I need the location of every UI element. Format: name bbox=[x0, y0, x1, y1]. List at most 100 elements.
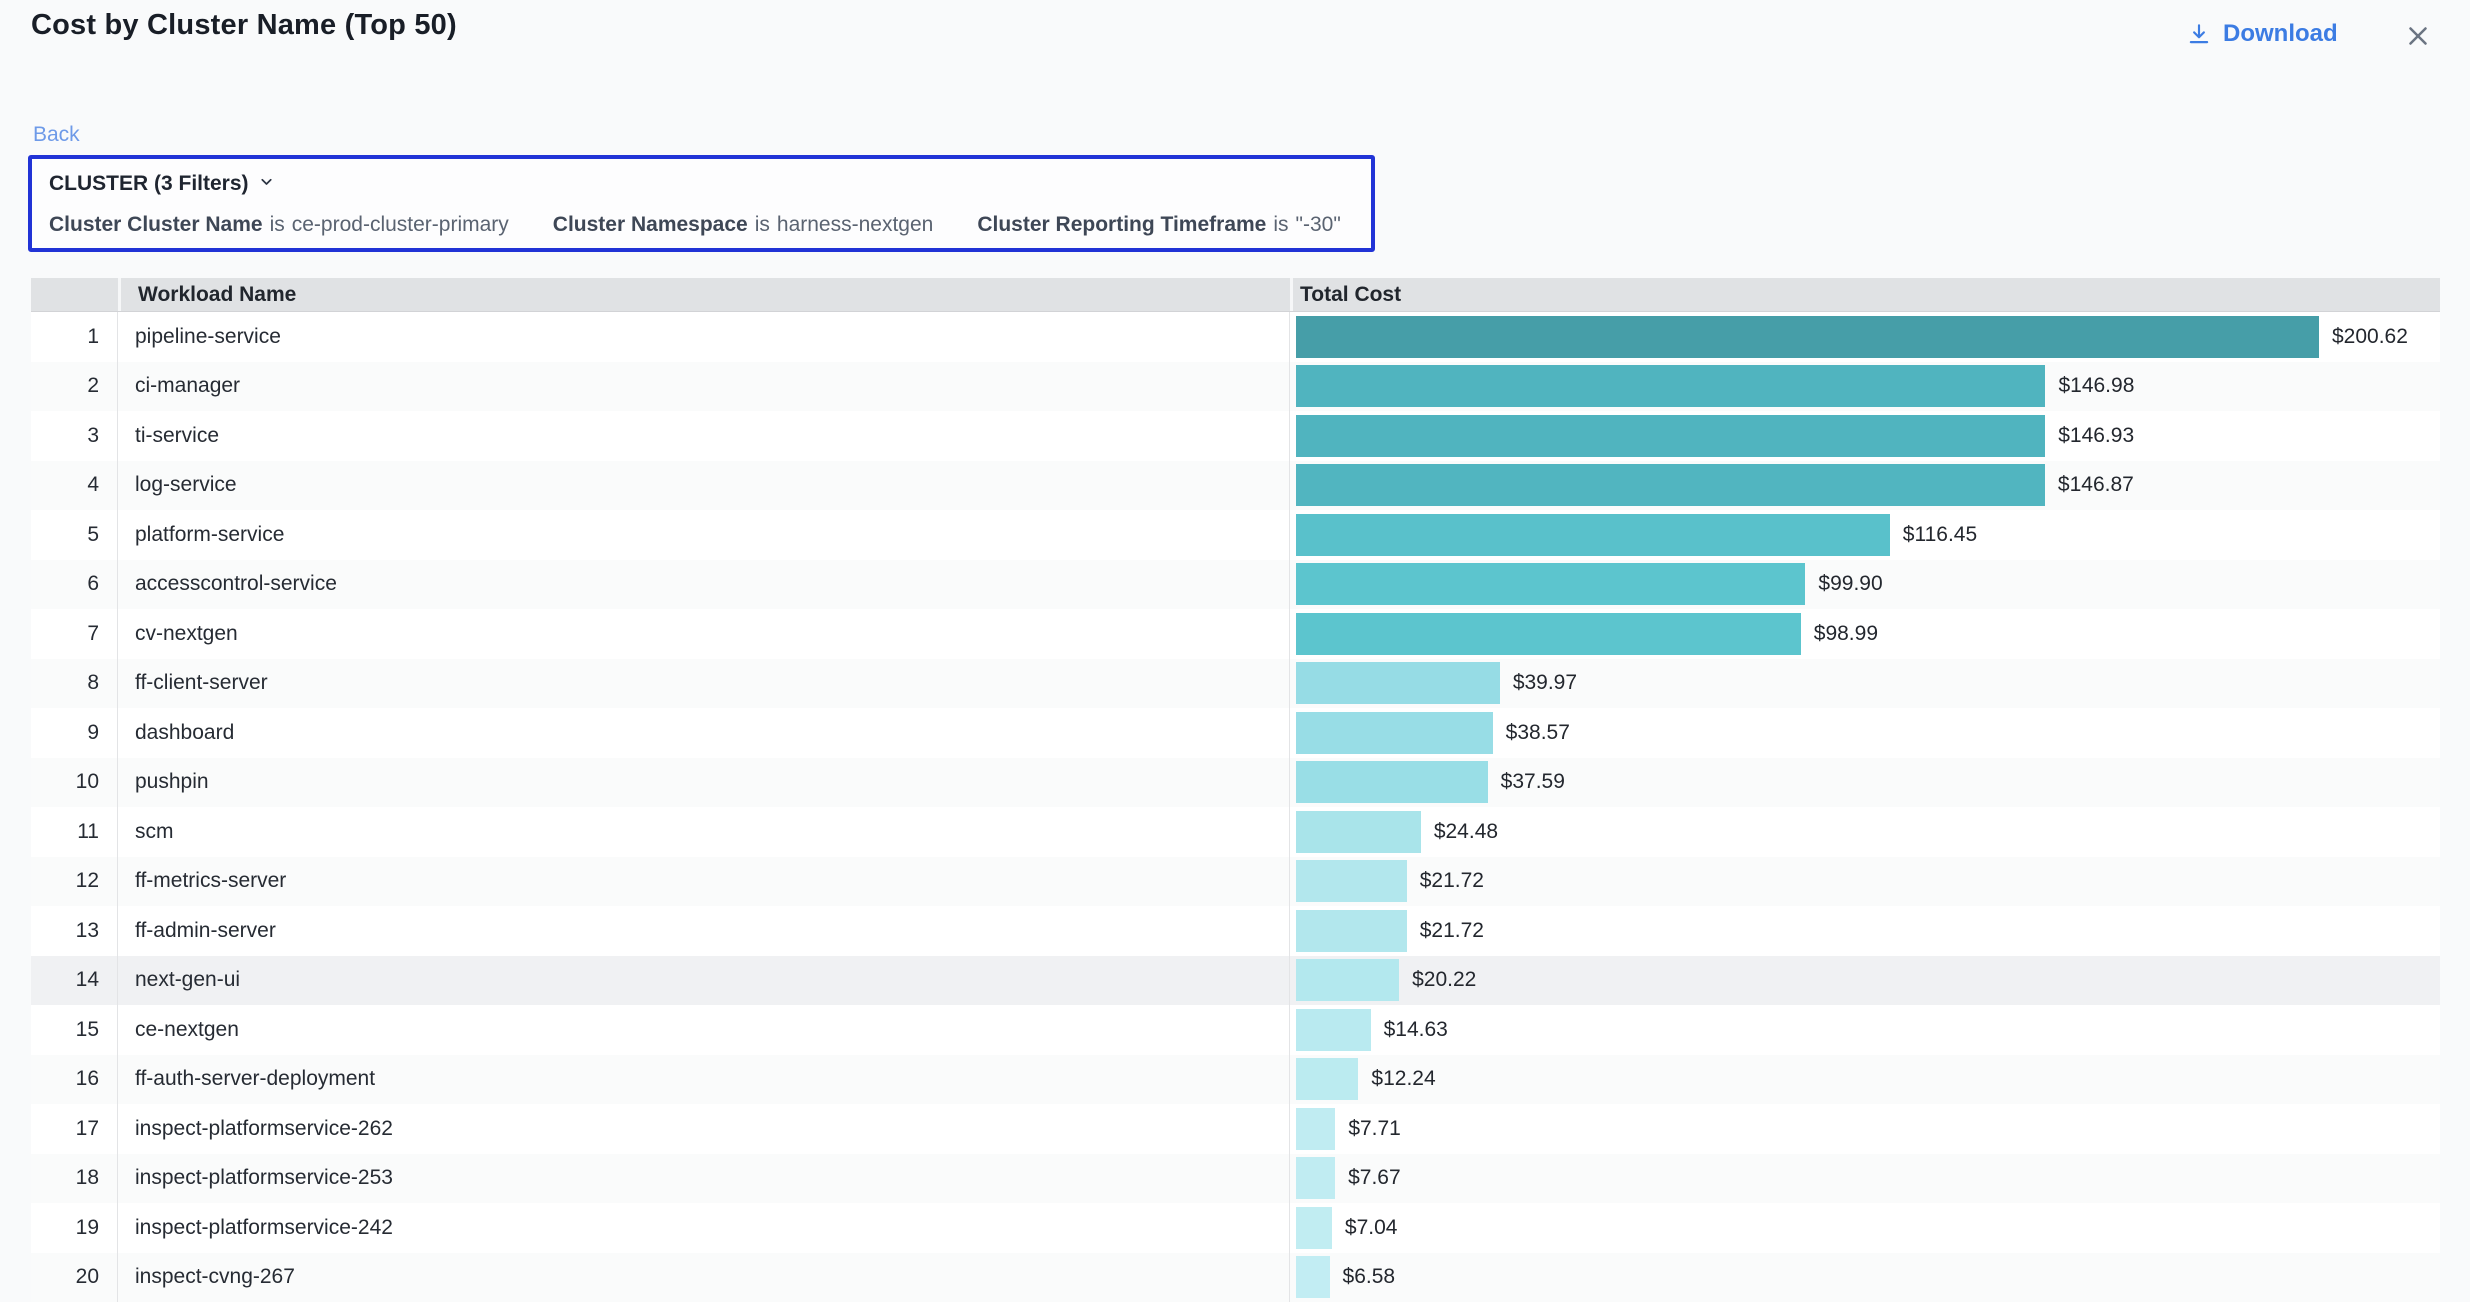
row-index: 3 bbox=[31, 411, 118, 461]
filter-field: Cluster Reporting Timeframe bbox=[977, 213, 1266, 237]
back-link[interactable]: Back bbox=[33, 123, 80, 147]
download-button[interactable]: Download bbox=[2186, 20, 2338, 48]
table-row[interactable]: 19 inspect-platformservice-242 $7.04 bbox=[31, 1203, 2440, 1253]
cost-bar[interactable] bbox=[1296, 959, 1399, 1001]
cost-cell: $39.97 bbox=[1290, 659, 2440, 709]
cost-value: $37.59 bbox=[1501, 770, 1565, 794]
workload-name: platform-service bbox=[118, 510, 1290, 560]
cost-bar[interactable] bbox=[1296, 514, 1890, 556]
cost-value: $21.72 bbox=[1420, 869, 1484, 893]
row-index: 2 bbox=[31, 362, 118, 412]
filter-conditions: Cluster Cluster Name is ce-prod-cluster-… bbox=[49, 213, 1354, 237]
row-index: 15 bbox=[31, 1005, 118, 1055]
table-row[interactable]: 9 dashboard $38.57 bbox=[31, 708, 2440, 758]
cost-cell: $21.72 bbox=[1290, 906, 2440, 956]
filter-group-label: CLUSTER (3 Filters) bbox=[49, 172, 249, 196]
table-row[interactable]: 6 accesscontrol-service $99.90 bbox=[31, 560, 2440, 610]
cost-bar[interactable] bbox=[1296, 860, 1407, 902]
download-icon bbox=[2186, 21, 2212, 47]
table-row[interactable]: 11 scm $24.48 bbox=[31, 807, 2440, 857]
cost-cell: $24.48 bbox=[1290, 807, 2440, 857]
filter-operator: is bbox=[270, 213, 285, 237]
cost-cell: $14.63 bbox=[1290, 1005, 2440, 1055]
workload-name: dashboard bbox=[118, 708, 1290, 758]
cost-bar[interactable] bbox=[1296, 761, 1488, 803]
cost-value: $24.48 bbox=[1434, 820, 1498, 844]
filter-condition[interactable]: Cluster Reporting Timeframe is "-30" bbox=[977, 213, 1340, 237]
cost-bar[interactable] bbox=[1296, 811, 1421, 853]
workload-name: ci-manager bbox=[118, 362, 1290, 412]
cost-value: $6.58 bbox=[1343, 1265, 1396, 1289]
cost-bar[interactable] bbox=[1296, 1207, 1332, 1249]
filter-condition[interactable]: Cluster Namespace is harness-nextgen bbox=[553, 213, 934, 237]
workload-name: pushpin bbox=[118, 758, 1290, 808]
table-row[interactable]: 2 ci-manager $146.98 bbox=[31, 362, 2440, 412]
table-row[interactable]: 4 log-service $146.87 bbox=[31, 461, 2440, 511]
row-index: 10 bbox=[31, 758, 118, 808]
cost-bar[interactable] bbox=[1296, 712, 1493, 754]
cost-bar[interactable] bbox=[1296, 613, 1801, 655]
row-index: 16 bbox=[31, 1055, 118, 1105]
table-row[interactable]: 13 ff-admin-server $21.72 bbox=[31, 906, 2440, 956]
workload-name: ff-admin-server bbox=[118, 906, 1290, 956]
cost-bar[interactable] bbox=[1296, 1108, 1335, 1150]
close-button[interactable] bbox=[2400, 20, 2436, 56]
close-icon bbox=[2403, 21, 2433, 56]
cost-bar[interactable] bbox=[1296, 1256, 1330, 1298]
table-row[interactable]: 10 pushpin $37.59 bbox=[31, 758, 2440, 808]
row-index: 1 bbox=[31, 312, 118, 362]
cost-cell: $7.04 bbox=[1290, 1203, 2440, 1253]
workload-name: ff-auth-server-deployment bbox=[118, 1055, 1290, 1105]
filter-condition[interactable]: Cluster Cluster Name is ce-prod-cluster-… bbox=[49, 213, 509, 237]
cost-value: $99.90 bbox=[1818, 572, 1882, 596]
workload-name: inspect-platformservice-253 bbox=[118, 1154, 1290, 1204]
cost-value: $20.22 bbox=[1412, 968, 1476, 992]
filter-operator: is bbox=[755, 213, 770, 237]
filter-group-toggle[interactable]: CLUSTER (3 Filters) bbox=[49, 172, 1354, 196]
workload-name: ff-metrics-server bbox=[118, 857, 1290, 907]
row-index: 19 bbox=[31, 1203, 118, 1253]
table-row[interactable]: 1 pipeline-service $200.62 bbox=[31, 312, 2440, 362]
cost-cell: $146.98 bbox=[1290, 362, 2440, 412]
table-row[interactable]: 20 inspect-cvng-267 $6.58 bbox=[31, 1253, 2440, 1302]
table-row[interactable]: 15 ce-nextgen $14.63 bbox=[31, 1005, 2440, 1055]
row-index: 5 bbox=[31, 510, 118, 560]
cost-bar[interactable] bbox=[1296, 415, 2045, 457]
table-header: Workload Name Total Cost bbox=[31, 278, 2440, 312]
cost-bar[interactable] bbox=[1296, 1058, 1358, 1100]
cost-bar[interactable] bbox=[1296, 910, 1407, 952]
cost-value: $12.24 bbox=[1371, 1067, 1435, 1091]
table-row[interactable]: 18 inspect-platformservice-253 $7.67 bbox=[31, 1154, 2440, 1204]
cost-bar[interactable] bbox=[1296, 662, 1500, 704]
cost-bar[interactable] bbox=[1296, 365, 2045, 407]
table-row[interactable]: 17 inspect-platformservice-262 $7.71 bbox=[31, 1104, 2440, 1154]
cost-value: $14.63 bbox=[1384, 1018, 1448, 1042]
cost-cell: $98.99 bbox=[1290, 609, 2440, 659]
cost-cell: $99.90 bbox=[1290, 560, 2440, 610]
row-index: 4 bbox=[31, 461, 118, 511]
workload-name: inspect-platformservice-262 bbox=[118, 1104, 1290, 1154]
table-row[interactable]: 12 ff-metrics-server $21.72 bbox=[31, 857, 2440, 907]
table-row[interactable]: 14 next-gen-ui $20.22 bbox=[31, 956, 2440, 1006]
cost-bar[interactable] bbox=[1296, 464, 2045, 506]
filter-value: harness-nextgen bbox=[777, 213, 933, 237]
cost-cell: $37.59 bbox=[1290, 758, 2440, 808]
row-index: 13 bbox=[31, 906, 118, 956]
table-row[interactable]: 7 cv-nextgen $98.99 bbox=[31, 609, 2440, 659]
table-row[interactable]: 8 ff-client-server $39.97 bbox=[31, 659, 2440, 709]
row-index: 9 bbox=[31, 708, 118, 758]
cost-bar[interactable] bbox=[1296, 1009, 1371, 1051]
table-row[interactable]: 16 ff-auth-server-deployment $12.24 bbox=[31, 1055, 2440, 1105]
row-index: 20 bbox=[31, 1253, 118, 1302]
workload-name-column-header: Workload Name bbox=[118, 278, 1290, 311]
row-index: 7 bbox=[31, 609, 118, 659]
workload-name: scm bbox=[118, 807, 1290, 857]
table-row[interactable]: 5 platform-service $116.45 bbox=[31, 510, 2440, 560]
row-index: 11 bbox=[31, 807, 118, 857]
workload-name: ce-nextgen bbox=[118, 1005, 1290, 1055]
cost-bar[interactable] bbox=[1296, 563, 1805, 605]
table-row[interactable]: 3 ti-service $146.93 bbox=[31, 411, 2440, 461]
cost-bar[interactable] bbox=[1296, 316, 2319, 358]
cost-bar[interactable] bbox=[1296, 1157, 1335, 1199]
cost-value: $7.71 bbox=[1348, 1117, 1401, 1141]
